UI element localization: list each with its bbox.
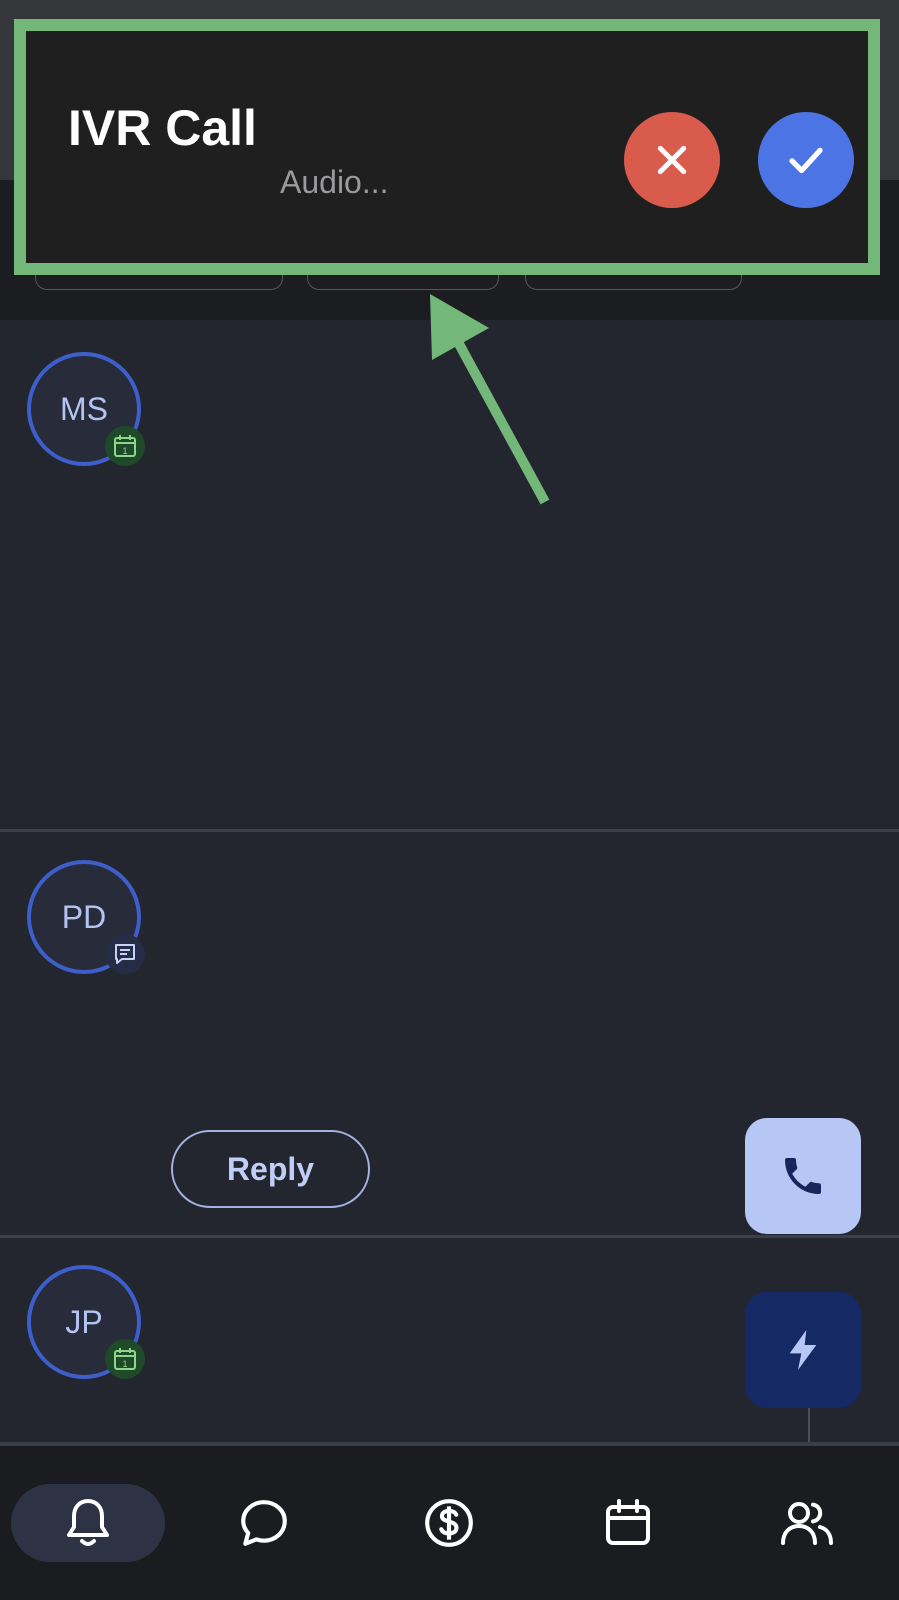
svg-text:1: 1	[122, 446, 127, 456]
bolt-icon	[789, 1330, 817, 1370]
call-subtitle: Audio...	[280, 164, 389, 200]
nav-payments[interactable]	[372, 1484, 526, 1562]
app-screen: MS 1 PD Reply JP 1 IVR Call Audio...	[0, 0, 899, 1600]
nav-calendar[interactable]	[551, 1484, 705, 1562]
decline-call-button[interactable]	[624, 112, 720, 208]
accept-call-button[interactable]	[758, 112, 854, 208]
calendar-badge-icon: 1	[105, 426, 145, 466]
annotation-arrow-icon	[430, 294, 550, 505]
svg-text:1: 1	[122, 1359, 127, 1369]
quick-action-fab-button[interactable]	[745, 1292, 861, 1408]
dollar-icon	[425, 1499, 473, 1547]
nav-messages[interactable]	[187, 1484, 341, 1562]
avatar-initials: PD	[61, 898, 107, 935]
call-fab-button[interactable]	[745, 1118, 861, 1234]
calendar-badge-icon: 1	[105, 1339, 145, 1379]
bottom-nav	[0, 1446, 899, 1600]
close-icon	[657, 145, 687, 175]
avatar[interactable]: PD	[27, 860, 145, 974]
checkmark-icon	[789, 147, 823, 174]
phone-icon	[785, 1158, 821, 1194]
avatar[interactable]: MS 1	[27, 352, 145, 466]
message-badge-icon	[105, 934, 145, 974]
nav-contacts[interactable]	[730, 1484, 884, 1562]
avatar-initials: JP	[65, 1303, 103, 1340]
avatar-initials: MS	[60, 390, 108, 427]
people-icon	[781, 1502, 833, 1545]
nav-notifications[interactable]	[11, 1484, 165, 1562]
calendar-icon	[606, 1499, 650, 1545]
call-title: IVR Call	[68, 100, 257, 156]
divider	[808, 1408, 810, 1446]
bell-icon	[67, 1499, 109, 1546]
avatar[interactable]: JP 1	[27, 1265, 145, 1379]
reply-button[interactable]: Reply	[171, 1130, 370, 1208]
chat-icon	[241, 1500, 287, 1546]
incoming-call-banner[interactable]: IVR Call Audio...	[14, 19, 880, 275]
